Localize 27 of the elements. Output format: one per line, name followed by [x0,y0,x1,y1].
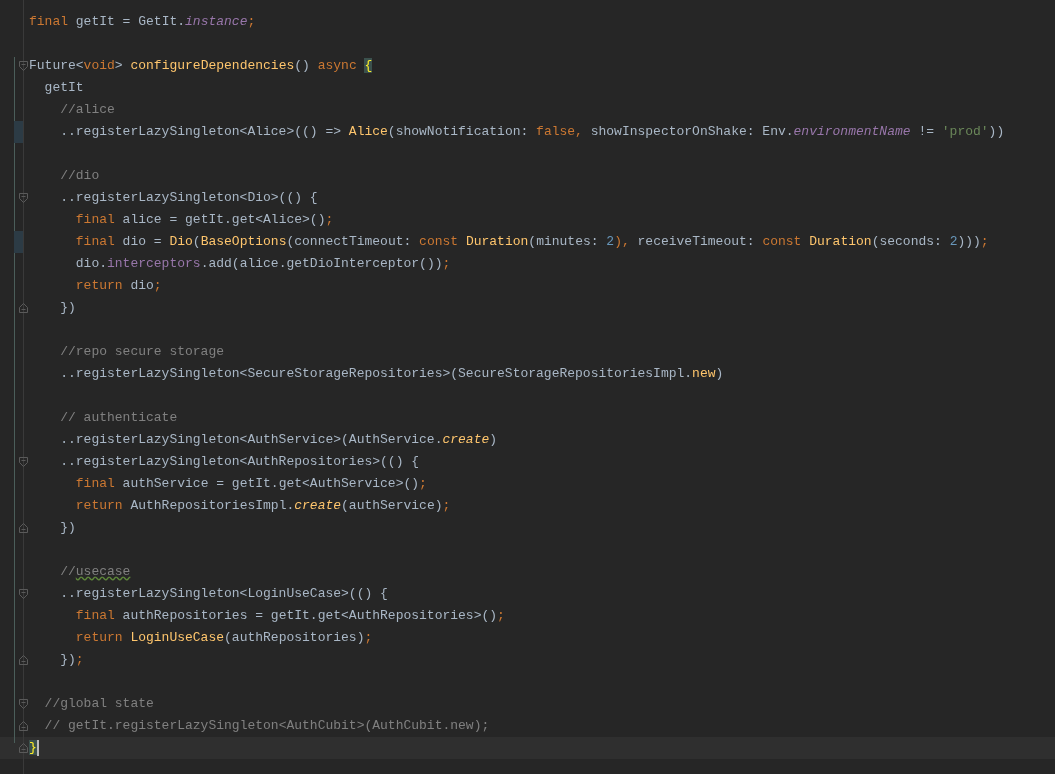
code-line: getIt [44,79,84,97]
code-line: final authService = getIt.get<AuthService>(); [75,475,427,493]
code-line: final dio = Dio(BaseOptions(connectTimeout: const Duration(minutes: 2), receiveTimeout: const Duration(seconds: 2))); [75,233,989,251]
code-line: return AuthRepositoriesImpl.create(authService); [75,497,451,515]
code-line: ..registerLazySingleton<Alice>(() => Alice(showNotification: false, showInspectorOnShake: Env.environmentName != 'prod')) [60,123,1005,141]
code-line: ..registerLazySingleton<Dio>(() { [60,189,318,207]
code-line: //repo secure storage [60,343,224,361]
code-line: ..registerLazySingleton<LoginUseCase>(() { [60,585,388,603]
code-line: return LoginUseCase(authRepositories); [75,629,373,647]
code-line: }) [60,299,76,317]
code-line: //global state [44,695,154,713]
code-line: return dio; [75,277,162,295]
code-line: //alice [60,101,115,119]
code-line: // getIt.registerLazySingleton<AuthCubit>(AuthCubit.new); [44,717,490,735]
code-line: final getIt = GetIt.instance; [29,13,256,31]
code-line: ..registerLazySingleton<AuthService>(AuthService.create) [60,431,498,449]
code-line: //usecase [60,563,131,581]
code-line: }); [60,651,84,669]
code-line: // authenticate [60,409,178,427]
code-line: dio.interceptors.add(alice.getDioInterceptor()); [75,255,451,273]
code-line: final alice = getIt.get<Alice>(); [75,211,334,229]
code-line: ..registerLazySingleton<SecureStorageRepositories>(SecureStorageRepositoriesImpl.new) [60,365,724,383]
code-line: final authRepositories = getIt.get<AuthRepositories>(); [75,607,505,625]
code-line: ..registerLazySingleton<AuthRepositories>(() { [60,453,420,471]
code-line: Future<void> configureDependencies() async { [29,57,373,75]
code-line: }) [60,519,76,537]
code-line: //dio [60,167,100,185]
